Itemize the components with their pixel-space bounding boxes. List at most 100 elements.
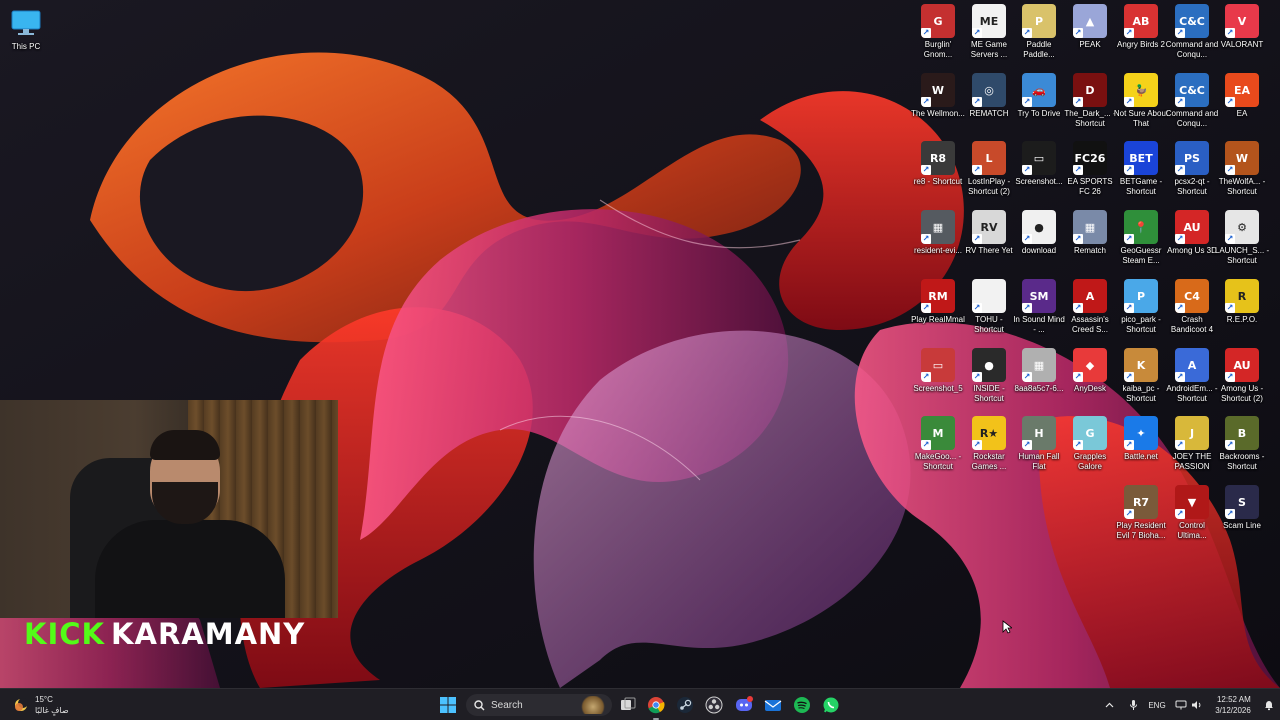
desktop-shortcut[interactable]: 🦆 ↗ Not Sure About That <box>1114 73 1168 139</box>
weather-text: 15°C صافٍ غالبًا <box>35 694 69 716</box>
language-indicator[interactable]: ENG <box>1146 689 1168 720</box>
shortcut-arrow-icon: ↗ <box>1022 303 1032 313</box>
desktop-shortcut[interactable]: ✦ ↗ Battle.net <box>1116 416 1166 482</box>
weather-condition: صافٍ غالبًا <box>35 706 69 715</box>
desktop-shortcut[interactable]: C&C ↗ Command and Conqu... <box>1166 73 1218 139</box>
whatsapp-button[interactable] <box>819 693 843 717</box>
chrome-button[interactable] <box>644 693 668 720</box>
desktop-shortcut[interactable]: A ↗ Assassin's Creed S... <box>1065 279 1115 345</box>
desktop-shortcut[interactable]: ▭ ↗ Screenshot... <box>1014 141 1064 207</box>
desktop-shortcut[interactable]: L ↗ LostInPlay - Shortcut (2) <box>964 141 1014 207</box>
network-button[interactable] <box>1174 689 1188 720</box>
volume-button[interactable] <box>1190 689 1204 720</box>
shortcut-arrow-icon: ↗ <box>1124 440 1134 450</box>
obs-button[interactable] <box>702 693 726 717</box>
icon-glyph: L <box>985 151 993 165</box>
desktop-shortcut[interactable]: ▦ ↗ 8aa8a5c7-6... <box>1014 348 1064 414</box>
desktop-shortcut[interactable]: S ↗ Scam Line <box>1217 485 1267 551</box>
desktop-shortcut[interactable]: RM ↗ Play RealMmal <box>911 279 965 345</box>
icon-glyph: ▲ <box>1085 14 1095 28</box>
desktop-shortcut[interactable]: G ↗ Grapples Galore <box>1065 416 1115 482</box>
desktop-shortcut[interactable]: FC26 ↗ EA SPORTS FC 26 <box>1065 141 1115 207</box>
desktop-shortcut[interactable]: R ↗ R.E.P.O. <box>1217 279 1267 345</box>
desktop-shortcut[interactable]: C&C ↗ Command and Conqu... <box>1166 4 1218 70</box>
desktop-shortcut[interactable]: AB ↗ Angry Birds 2 <box>1116 4 1166 70</box>
desktop-shortcut[interactable]: W ↗ TheWolfA... - Shortcut <box>1217 141 1267 207</box>
desktop-shortcut[interactable]: A ↗ AndroidEm... - Shortcut <box>1166 348 1218 414</box>
desktop-shortcut[interactable]: D ↗ The_Dark_... - Shortcut <box>1064 73 1116 139</box>
mail-icon <box>764 700 782 711</box>
this-pc-shortcut[interactable]: This PC <box>1 6 51 72</box>
desktop-shortcut[interactable]: EA ↗ EA <box>1217 73 1267 139</box>
desktop-shortcut[interactable]: ● ↗ INSIDE - Shortcut <box>964 348 1014 414</box>
desktop-shortcut[interactable]: ▦ ↗ Rematch <box>1065 210 1115 276</box>
desktop-shortcut[interactable]: R8 ↗ re8 - Shortcut <box>913 141 963 207</box>
desktop-shortcut[interactable]: J ↗ JOEY THE PASSION <box>1167 416 1217 482</box>
desktop-shortcut[interactable]: H ↗ Human Fall Flat <box>1014 416 1064 482</box>
desktop-shortcut[interactable]: P ↗ Paddle Paddle... <box>1014 4 1064 70</box>
desktop-shortcut[interactable]: W ↗ The Wellmon... <box>911 73 965 139</box>
task-view-button[interactable] <box>616 693 640 717</box>
shortcut-arrow-icon: ↗ <box>1022 372 1032 382</box>
desktop-shortcut[interactable]: ◎ ↗ REMATCH <box>964 73 1014 139</box>
android-icon: A ↗ <box>1175 348 1209 382</box>
joey-icon: J ↗ <box>1175 416 1209 450</box>
battlenet-icon: ✦ ↗ <box>1124 416 1158 450</box>
desktop-shortcut[interactable]: V ↗ VALORANT <box>1217 4 1267 70</box>
desktop-shortcut-label: Scam Line <box>1223 521 1261 530</box>
desktop-shortcut[interactable]: ◆ ↗ AnyDesk <box>1065 348 1115 414</box>
weather-widget[interactable]: 15°C صافٍ غالبًا <box>12 692 69 718</box>
icon-glyph: BET <box>1129 151 1153 165</box>
re7-icon: R7 ↗ <box>1124 485 1158 519</box>
scamline-icon: S ↗ <box>1225 485 1259 519</box>
desktop-shortcut[interactable]: K ↗ kaiba_pc - Shortcut <box>1116 348 1166 414</box>
desktop-shortcut-label: In Sound Mind - ... <box>1013 315 1065 334</box>
desktop-shortcut[interactable]: ▼ ↗ Control Ultima... <box>1167 485 1217 551</box>
desktop-shortcut[interactable]: R★ ↗ Rockstar Games ... <box>964 416 1014 482</box>
shortcut-arrow-icon: ↗ <box>972 440 982 450</box>
shortcut-arrow-icon: ↗ <box>972 28 982 38</box>
shortcut-arrow-icon: ↗ <box>1175 440 1185 450</box>
desktop-shortcut[interactable]: ⚙ ↗ LAUNCH_S... - Shortcut <box>1215 210 1269 276</box>
desktop-shortcut-label: Crash Bandicoot 4 <box>1170 315 1214 334</box>
desktop-shortcut-label: Grapples Galore <box>1073 452 1107 471</box>
start-button[interactable] <box>436 693 460 717</box>
desktop-shortcut-label: Try To Drive <box>1017 109 1061 118</box>
desktop-shortcut[interactable]: SM ↗ In Sound Mind - ... <box>1013 279 1065 345</box>
mountain-icon: ▲ ↗ <box>1073 4 1107 38</box>
desktop-shortcut[interactable]: PS ↗ pcsx2-qt - Shortcut <box>1167 141 1217 207</box>
discord-button[interactable] <box>732 693 756 717</box>
desktop-shortcut[interactable]: AU ↗ Among Us 3D <box>1167 210 1217 276</box>
desktop-shortcut[interactable]: ▦ ↗ resident-evi... <box>913 210 963 276</box>
shortcut-arrow-icon: ↗ <box>1022 165 1032 175</box>
desktop-shortcut[interactable]: C4 ↗ Crash Bandicoot 4 <box>1167 279 1217 345</box>
desktop-shortcut-label: INSIDE - Shortcut <box>973 384 1005 403</box>
shortcut-arrow-icon: ↗ <box>1073 372 1083 382</box>
desktop-shortcut[interactable]: P ↗ pico_park - Shortcut <box>1116 279 1166 345</box>
mail-button[interactable] <box>761 693 785 717</box>
desktop-shortcut-label: Among Us 3D <box>1167 246 1217 255</box>
desktop-shortcut[interactable]: B ↗ Backrooms - Shortcut <box>1217 416 1267 482</box>
clock-button[interactable]: 12:52 AM 3/12/2026 <box>1208 689 1258 720</box>
desktop-shortcut[interactable]: 🚗 ↗ Try To Drive <box>1014 73 1064 139</box>
pico-icon: P ↗ <box>1124 279 1158 313</box>
desktop-shortcut[interactable]: AU ↗ Among Us - Shortcut (2) <box>1217 348 1267 414</box>
desktop-shortcut[interactable]: ↗ TOHU - Shortcut <box>964 279 1014 345</box>
desktop-shortcut[interactable]: R7 ↗ Play Resident Evil 7 Bioha... <box>1116 485 1166 551</box>
desktop-shortcut[interactable]: 📍 ↗ GeoGuessr Steam E... <box>1116 210 1166 276</box>
desktop-shortcut[interactable]: M ↗ MakeGoo... - Shortcut <box>913 416 963 482</box>
desktop-shortcut[interactable]: G ↗ Burglin' Gnom... <box>913 4 963 70</box>
desktop-shortcut[interactable]: BET ↗ BETGame - Shortcut <box>1116 141 1166 207</box>
this-pc-label: This PC <box>11 42 41 51</box>
show-hidden-icons-button[interactable] <box>1102 689 1116 720</box>
microphone-button[interactable] <box>1126 689 1140 720</box>
desktop-shortcut[interactable]: RV ↗ RV There Yet <box>964 210 1014 276</box>
notifications-button[interactable] <box>1262 689 1276 720</box>
desktop-shortcut[interactable]: ▲ ↗ PEAK <box>1065 4 1115 70</box>
desktop-shortcut[interactable]: ▭ ↗ Screenshot_5 <box>913 348 963 414</box>
desktop-shortcut[interactable]: ME ↗ ME Game Servers ... <box>964 4 1014 70</box>
search-input[interactable]: Search <box>466 694 612 716</box>
spotify-button[interactable] <box>790 693 814 717</box>
steam-button[interactable] <box>673 693 697 717</box>
desktop-shortcut[interactable]: ● ↗ download <box>1014 210 1064 276</box>
